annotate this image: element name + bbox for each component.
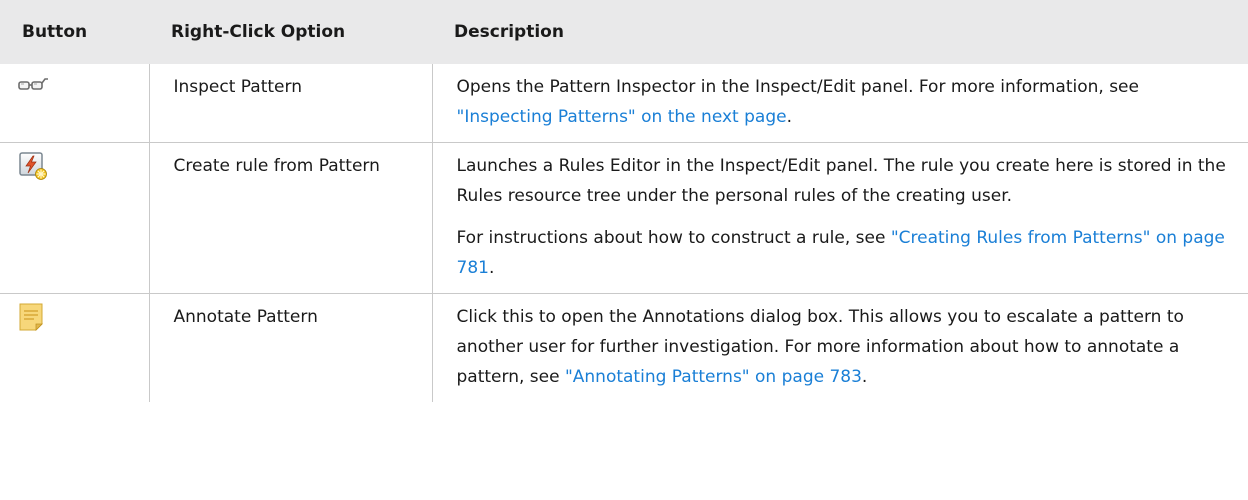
description-end: .: [488, 258, 495, 278]
table-row: Annotate Pattern Click this to open the …: [0, 293, 1248, 403]
description-paragraph: Click this to open the Annotations dialo…: [457, 302, 1237, 392]
description-end: .: [786, 107, 792, 127]
annotate-note-icon[interactable]: [18, 302, 46, 342]
row-option-cell: Create rule from Pattern: [148, 142, 432, 294]
row-button-cell: [0, 294, 149, 403]
row-option-cell: Annotate Pattern: [148, 293, 432, 402]
description-paragraph: For instructions about how to construct …: [457, 223, 1237, 283]
header-description: Description: [432, 0, 1248, 64]
row-option-cell: Inspect Pattern: [148, 64, 432, 143]
table-row: Create rule from Pattern Launches a Rule…: [0, 142, 1248, 294]
option-label: Inspect Pattern: [173, 77, 302, 97]
description-paragraph: Opens the Pattern Inspector in the Inspe…: [457, 72, 1237, 132]
description-text: Launches a Rules Editor in the Inspect/E…: [456, 156, 1226, 206]
table-header-row: Button Right-Click Option Description: [0, 0, 1248, 64]
inspect-glasses-icon[interactable]: [18, 72, 50, 102]
right-click-options-table: Button Right-Click Option Description In…: [0, 0, 1248, 402]
row-description-cell: Opens the Pattern Inspector in the Inspe…: [431, 64, 1248, 143]
option-label: Create rule from Pattern: [173, 156, 380, 176]
description-text: For instructions about how to construct …: [456, 228, 891, 248]
description-paragraph: Launches a Rules Editor in the Inspect/E…: [457, 151, 1237, 211]
header-right-click-option: Right-Click Option: [149, 0, 432, 64]
create-rule-icon[interactable]: [18, 151, 48, 191]
table-row: Inspect Pattern Opens the Pattern Inspec…: [0, 64, 1248, 143]
description-text: Opens the Pattern Inspector in the Inspe…: [456, 77, 1139, 97]
inspecting-patterns-link[interactable]: "Inspecting Patterns" on the next page: [457, 107, 787, 127]
option-label: Annotate Pattern: [173, 307, 318, 327]
row-description-cell: Click this to open the Annotations dialo…: [431, 293, 1248, 402]
annotating-patterns-link[interactable]: "Annotating Patterns" on page 783: [565, 367, 862, 387]
row-button-cell: [0, 64, 149, 143]
description-end: .: [861, 367, 868, 387]
row-button-cell: [0, 142, 149, 294]
header-button: Button: [0, 0, 149, 64]
row-description-cell: Launches a Rules Editor in the Inspect/E…: [431, 142, 1248, 294]
